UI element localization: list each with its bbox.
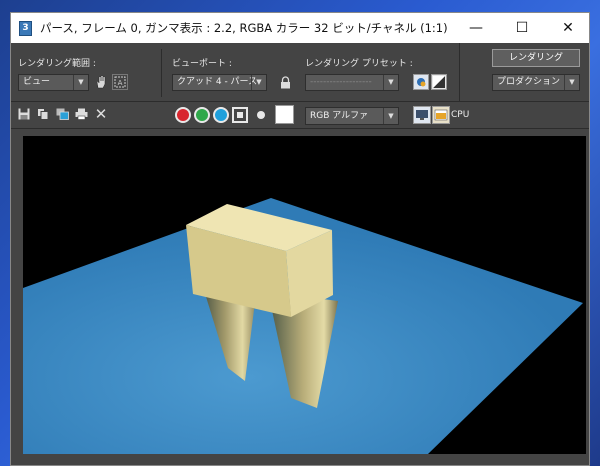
production-dropdown[interactable]: プロダクション ▼ xyxy=(492,74,580,91)
close-button[interactable]: ✕ xyxy=(545,13,589,43)
area-to-render-value: ビュー xyxy=(23,77,51,87)
rendered-scene xyxy=(23,198,583,454)
render-setup-icon[interactable] xyxy=(413,74,429,90)
chevron-down-icon: ▼ xyxy=(73,75,88,90)
chevron-down-icon: ▼ xyxy=(383,108,398,124)
frame-buffer-icon[interactable] xyxy=(432,106,450,124)
hand-edit-region-icon[interactable] xyxy=(93,74,109,90)
area-to-render-label: レンダリング範囲 : xyxy=(18,59,96,69)
clone-icon[interactable] xyxy=(55,107,69,121)
print-icon[interactable] xyxy=(74,107,88,121)
render-frame-window: 3 パース, フレーム 0, ガンマ表示 : 2.2, RGBA カラー 32 … xyxy=(10,12,590,466)
save-icon[interactable] xyxy=(17,107,31,121)
area-to-render-dropdown[interactable]: ビュー ▼ xyxy=(18,74,89,91)
render-preset-dropdown[interactable]: ------------------- ▼ xyxy=(305,74,399,91)
viewport-label: ビューポート : xyxy=(172,59,232,69)
svg-text:A: A xyxy=(118,79,123,87)
maximize-button[interactable]: ☐ xyxy=(499,13,545,43)
alpha-channel-swatch xyxy=(237,112,243,118)
red-channel-toggle[interactable] xyxy=(175,107,191,123)
blue-channel-toggle[interactable] xyxy=(213,107,229,123)
clear-icon[interactable]: ✕ xyxy=(94,105,108,123)
minimize-button[interactable]: — xyxy=(453,13,499,43)
rendered-image-viewport xyxy=(23,136,586,454)
chevron-down-icon: ▼ xyxy=(383,75,398,90)
render-preset-label: レンダリング プリセット : xyxy=(305,59,413,69)
render-preset-value: ------------------- xyxy=(310,77,372,87)
render-button[interactable]: レンダリング xyxy=(492,49,580,67)
monochrome-icon[interactable] xyxy=(257,111,265,119)
auto-region-icon[interactable]: A xyxy=(112,74,128,90)
green-channel-toggle[interactable] xyxy=(194,107,210,123)
title-bar: 3 パース, フレーム 0, ガンマ表示 : 2.2, RGBA カラー 32 … xyxy=(11,13,589,43)
background-color-swatch[interactable] xyxy=(275,105,294,124)
image-toolbar: ✕ RGB アルファ ▼ CPU xyxy=(11,102,589,129)
panel-divider xyxy=(459,43,460,101)
lock-icon[interactable] xyxy=(277,74,293,90)
alpha-channel-toggle[interactable] xyxy=(232,107,248,123)
cpu-label: CPU xyxy=(451,110,470,120)
viewport-value: クアッド 4 - パース xyxy=(177,77,258,87)
environment-effects-icon[interactable] xyxy=(431,74,447,90)
render-window-icon[interactable] xyxy=(413,106,431,124)
display-channel-value: RGB アルファ xyxy=(310,111,369,121)
app-icon: 3 xyxy=(19,20,32,36)
render-settings-panel: レンダリング範囲 : ビュー ▼ A ビューポート : クアッド 4 - パース… xyxy=(11,43,589,102)
chevron-down-icon: ▼ xyxy=(564,75,579,90)
viewport-dropdown[interactable]: クアッド 4 - パース ▼ xyxy=(172,74,267,91)
chevron-down-icon: ▼ xyxy=(251,75,266,90)
copy-icon[interactable] xyxy=(36,107,50,121)
display-channel-dropdown[interactable]: RGB アルファ ▼ xyxy=(305,107,399,125)
window-title: パース, フレーム 0, ガンマ表示 : 2.2, RGBA カラー 32 ビッ… xyxy=(40,21,448,35)
panel-divider xyxy=(161,49,162,97)
production-value: プロダクション xyxy=(497,77,561,87)
